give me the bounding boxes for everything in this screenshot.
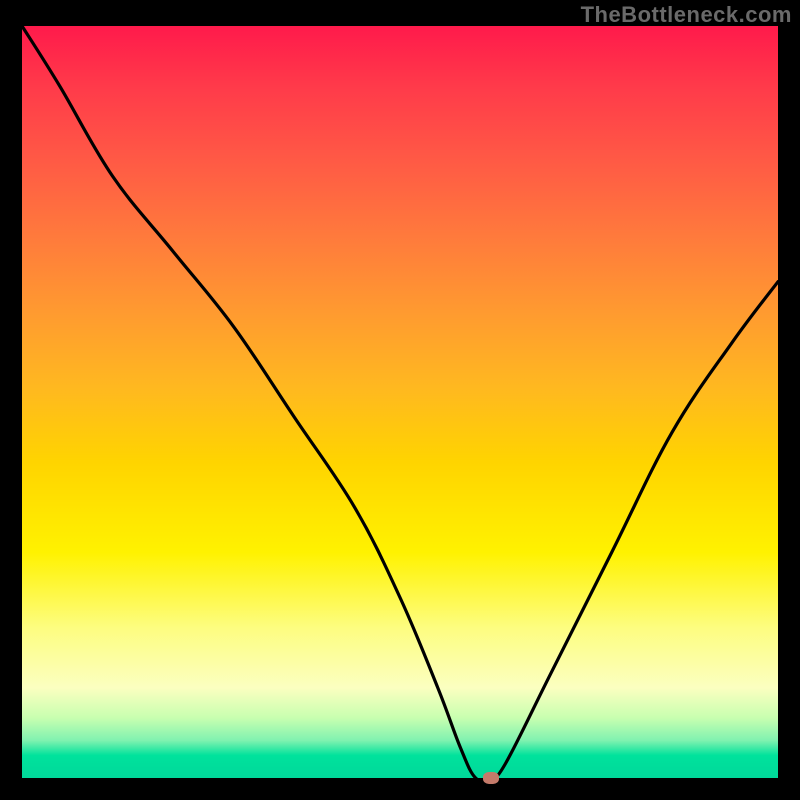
chart-frame: TheBottleneck.com [0,0,800,800]
plot-area [22,26,778,778]
bottleneck-curve [22,26,778,778]
watermark-text: TheBottleneck.com [581,2,792,28]
bottleneck-point-marker [483,772,499,784]
